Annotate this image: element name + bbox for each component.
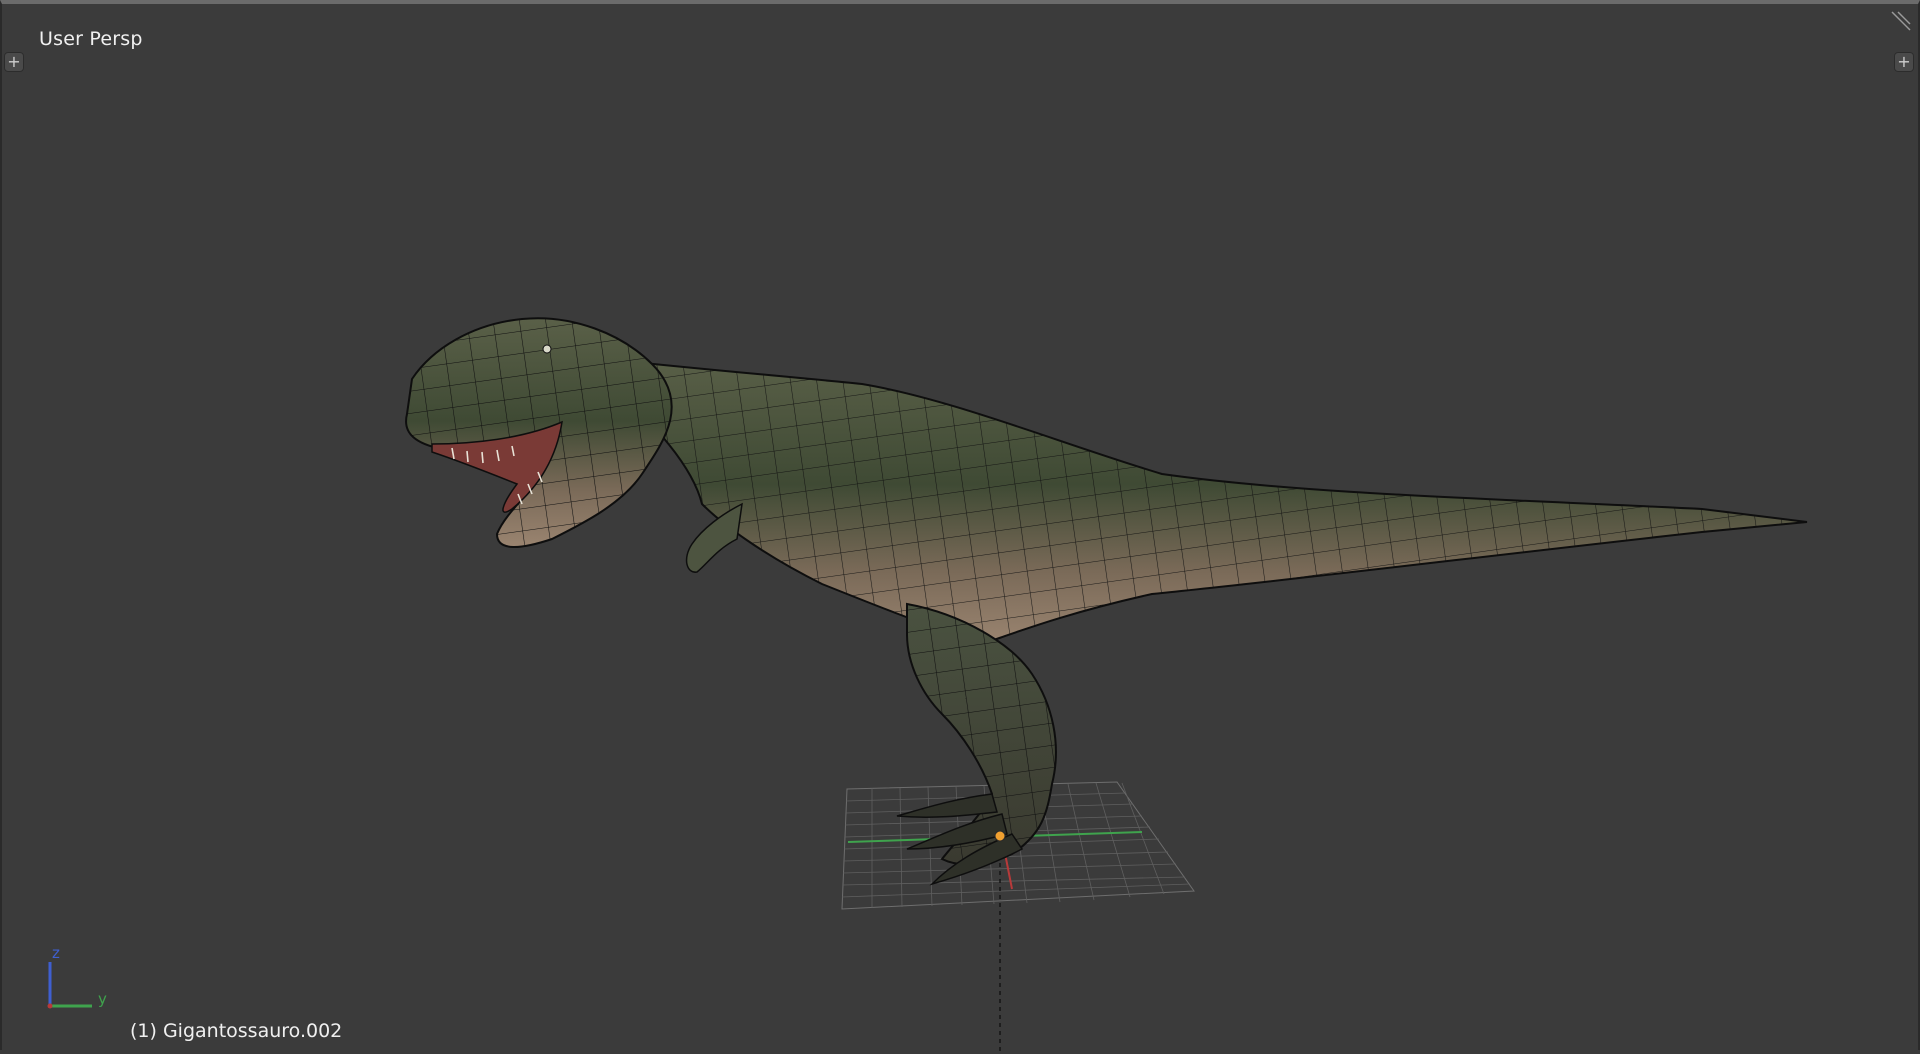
dinosaur-mesh[interactable] — [405, 317, 1808, 886]
scene-canvas[interactable] — [2, 4, 1920, 1054]
3d-viewport[interactable]: User Persp + + z y (1) Gigantossauro.002 — [0, 0, 1920, 1054]
y-axis-label: y — [98, 990, 107, 1008]
active-object-label: (1) Gigantossauro.002 — [130, 1020, 343, 1042]
z-axis-label: z — [52, 944, 60, 962]
axis-orientation-widget: z y — [47, 944, 107, 1009]
x-axis-icon — [47, 1003, 53, 1009]
origin-point — [994, 830, 1006, 842]
eye — [542, 344, 552, 354]
